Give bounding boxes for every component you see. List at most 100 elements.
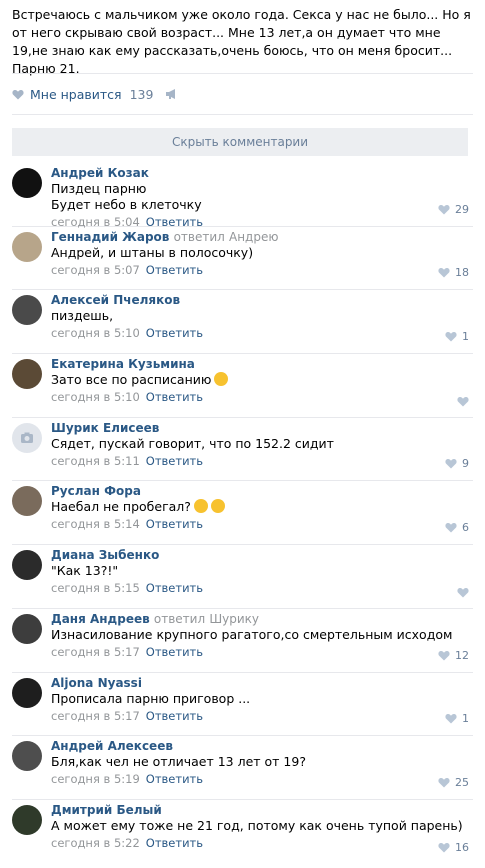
comment-like-button[interactable] bbox=[457, 587, 469, 598]
comment-like-button[interactable]: 1 bbox=[445, 712, 469, 725]
emoji-icon bbox=[210, 499, 225, 514]
comment-author-line: Диана Зыбенко bbox=[51, 548, 473, 563]
avatar[interactable] bbox=[12, 550, 42, 581]
reply-button[interactable]: Ответить bbox=[146, 645, 203, 659]
like-button[interactable]: Мне нравится bbox=[12, 87, 122, 102]
comment-item: Алексей Пчеляков пиздешь, сегодня в 5:10 От… bbox=[12, 290, 473, 355]
comment-time[interactable]: сегодня в 5:14 bbox=[51, 517, 140, 531]
comment-author[interactable]: Екатерина Кузьмина bbox=[51, 357, 195, 371]
comment-like-button[interactable]: 18 bbox=[438, 266, 469, 279]
comment-like-count: 1 bbox=[462, 330, 469, 344]
comment-like-button[interactable]: 9 bbox=[445, 457, 469, 470]
comment-like-button[interactable]: 1 bbox=[445, 330, 469, 343]
comment-time[interactable]: сегодня в 5:17 bbox=[51, 645, 140, 659]
comment-text: А может ему тоже не 21 год, потому как о… bbox=[51, 817, 463, 833]
comment-text: Андрей, и штаны в полосочку) bbox=[51, 244, 254, 260]
avatar[interactable] bbox=[12, 741, 42, 772]
comment-time[interactable]: сегодня в 5:22 bbox=[51, 836, 140, 850]
comment-time[interactable]: сегодня в 5:17 bbox=[51, 709, 140, 723]
comment-author[interactable]: Андрей Козак bbox=[51, 166, 149, 180]
reply-button[interactable]: Ответить bbox=[146, 454, 203, 468]
share-button[interactable] bbox=[165, 88, 179, 100]
comment-item: Геннадий Жаров ответил Андрею Андрей, и ш… bbox=[12, 227, 473, 291]
avatar[interactable] bbox=[12, 804, 42, 835]
comment-time[interactable]: сегодня в 5:15 bbox=[51, 581, 140, 595]
comment-author[interactable]: Даня Андреев bbox=[51, 612, 150, 626]
comment-author-line: Андрей Козак bbox=[51, 166, 473, 181]
hide-comments-button[interactable]: Скрыть комментарии bbox=[12, 128, 468, 156]
comment-like-button[interactable]: 29 bbox=[438, 203, 469, 216]
comment-author-line: Алексей Пчеляков bbox=[51, 293, 473, 308]
comment-like-button[interactable]: 12 bbox=[438, 649, 469, 662]
avatar[interactable] bbox=[12, 486, 42, 517]
post-actions: Мне нравится 139 bbox=[12, 84, 179, 104]
divider bbox=[12, 73, 473, 74]
comment-time[interactable]: сегодня в 5:10 bbox=[51, 326, 140, 340]
comment-author[interactable]: Дмитрий Белый bbox=[51, 803, 162, 817]
reply-button[interactable]: Ответить bbox=[146, 836, 203, 850]
heart-icon bbox=[445, 523, 457, 533]
comment-like-count: 12 bbox=[455, 648, 469, 662]
reply-button[interactable]: Ответить bbox=[146, 326, 203, 340]
comment-time[interactable]: сегодня в 5:07 bbox=[51, 263, 140, 277]
comment-author-line: Дмитрий Белый bbox=[51, 803, 473, 818]
comment-text: Пиздец парню bbox=[51, 181, 147, 196]
heart-icon bbox=[457, 587, 469, 598]
reply-button[interactable]: Ответить bbox=[146, 517, 203, 531]
avatar[interactable] bbox=[12, 359, 42, 390]
comment-author[interactable]: Диана Зыбенко bbox=[51, 548, 159, 562]
comment-time[interactable]: сегодня в 5:10 bbox=[51, 390, 140, 404]
avatar[interactable] bbox=[12, 295, 42, 326]
comment-like-count: 6 bbox=[462, 521, 469, 535]
comment-like-button[interactable]: 6 bbox=[445, 521, 469, 534]
avatar[interactable] bbox=[12, 422, 42, 453]
comment-author[interactable]: Алексей Пчеляков bbox=[51, 293, 180, 307]
comment-author[interactable]: Шурик Елисеев bbox=[51, 421, 159, 435]
heart-icon bbox=[12, 89, 24, 99]
comment-meta: сегодня в 5:19 Ответить bbox=[51, 771, 473, 788]
reply-button[interactable]: Ответить bbox=[146, 772, 203, 786]
heart-icon bbox=[445, 714, 457, 724]
comment-time[interactable]: сегодня в 5:11 bbox=[51, 454, 140, 468]
comment-item: Шурик Елисеев Сядет, пускай говорит, что … bbox=[12, 418, 473, 482]
comment-like-button[interactable]: 25 bbox=[438, 776, 469, 789]
comment-item: Андрей Алексеев Бля,как чел не отличает 1… bbox=[12, 736, 473, 800]
comment-author[interactable]: Андрей Алексеев bbox=[51, 739, 173, 753]
reply-button[interactable]: Ответить bbox=[146, 709, 203, 723]
emoji-icon bbox=[214, 372, 229, 387]
reply-button[interactable]: Ответить bbox=[146, 581, 203, 595]
avatar[interactable] bbox=[12, 231, 42, 262]
avatar[interactable] bbox=[12, 677, 42, 708]
comment-author[interactable]: Aljona Nyassi bbox=[51, 676, 142, 690]
comment-meta: сегодня в 5:10 Ответить bbox=[51, 325, 473, 342]
comment-author-line: Даня Андреев ответил Шурику bbox=[51, 612, 473, 627]
avatar[interactable] bbox=[12, 613, 42, 644]
comment-text: Сядет, пускай говорит, что по 152.2 сиди… bbox=[51, 435, 334, 451]
replied-to[interactable]: Шурику bbox=[209, 612, 259, 626]
like-label: Мне нравится bbox=[30, 86, 122, 102]
comment-like-count: 29 bbox=[455, 202, 469, 216]
comment-author[interactable]: Руслан Фора bbox=[51, 484, 141, 498]
comment-meta: сегодня в 5:17 Ответить bbox=[51, 708, 473, 725]
replied-label: ответил bbox=[173, 229, 225, 244]
heart-icon bbox=[445, 459, 457, 469]
comment-like-button[interactable] bbox=[457, 396, 469, 407]
comment-item: Aljona Nyassi Прописала парню приговор ..… bbox=[12, 673, 473, 737]
reply-button[interactable]: Ответить bbox=[146, 390, 203, 404]
comment-meta: сегодня в 5:15 Ответить bbox=[51, 580, 473, 597]
like-count: 139 bbox=[129, 86, 154, 102]
comment-time[interactable]: сегодня в 5:19 bbox=[51, 772, 140, 786]
comment-text: Зато все по расписанию bbox=[51, 372, 473, 388]
replied-to[interactable]: Андрею bbox=[229, 230, 278, 244]
comment-author-line: Руслан Фора bbox=[51, 484, 473, 499]
comment-text: Будет небо в клеточку bbox=[51, 197, 202, 212]
comment-author[interactable]: Геннадий Жаров bbox=[51, 230, 169, 244]
avatar[interactable] bbox=[12, 168, 42, 198]
comment-text: Изнасилование крупного рагатого,со смерт… bbox=[51, 626, 453, 642]
reply-button[interactable]: Ответить bbox=[146, 263, 203, 277]
comment-meta: сегодня в 5:14 Ответить bbox=[51, 516, 473, 533]
post-text: Встречаюсь с мальчиком уже около года. С… bbox=[12, 7, 471, 76]
heart-icon bbox=[445, 332, 457, 342]
comment-item: Дмитрий Белый А может ему тоже не 21 год,… bbox=[12, 800, 473, 864]
comment-like-button[interactable]: 16 bbox=[438, 841, 469, 854]
